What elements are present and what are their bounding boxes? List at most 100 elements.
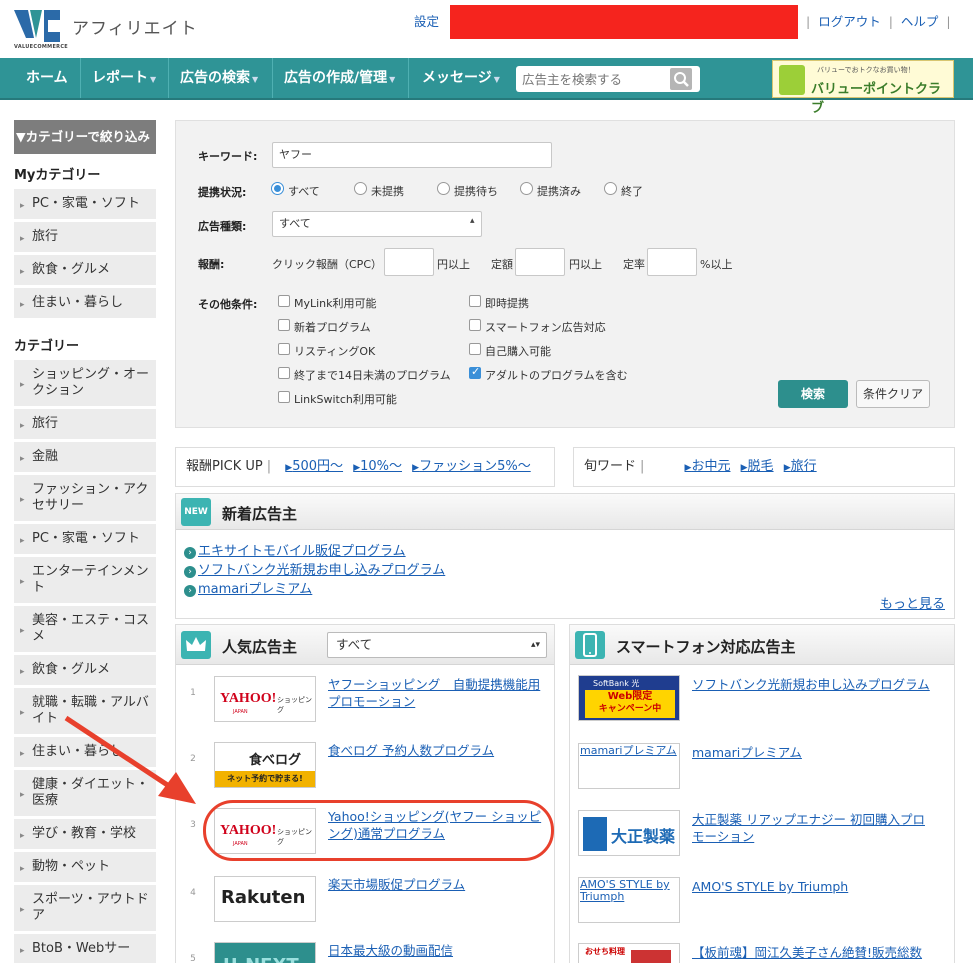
category-item[interactable]: ▸ 動物・ペット: [14, 852, 156, 882]
category-item[interactable]: ▸ 旅行: [14, 409, 156, 439]
condition-checkbox[interactable]: [469, 295, 481, 307]
my-category-item[interactable]: ▸ 住まい・暮らし: [14, 288, 156, 318]
search-submit-button[interactable]: 検索: [778, 380, 848, 408]
settings-link[interactable]: 設定: [414, 11, 439, 30]
category-item[interactable]: ▸ スポーツ・アウトドア: [14, 885, 156, 931]
category-item[interactable]: ▸ 金融: [14, 442, 156, 472]
nav-ad-search[interactable]: 広告の検索 ▼: [170, 58, 258, 98]
popular-advertiser-link[interactable]: 食べログ 予約人数プログラム: [328, 742, 548, 759]
condition-checkbox[interactable]: [278, 295, 290, 307]
chevron-right-icon: ▸: [20, 536, 25, 546]
category-item[interactable]: ▸ ファッション・アクセサリー: [14, 475, 156, 521]
category-item[interactable]: ▸ 就職・転職・アルバイト: [14, 688, 156, 734]
advertiser-thumbnail[interactable]: U-NEXT: [214, 942, 316, 963]
advertiser-thumbnail[interactable]: Rakuten: [214, 876, 316, 922]
smartphone-advertiser-link[interactable]: 【板前魂】岡江久美子さん絶賛!販売総数93: [692, 944, 932, 963]
trend-link-travel[interactable]: ▶旅行: [784, 459, 817, 474]
top-links: 設定: [414, 11, 439, 30]
fixed-reward-input[interactable]: [515, 248, 565, 276]
condition-checkbox[interactable]: [469, 343, 481, 355]
advertiser-thumbnail[interactable]: おせち料理: [578, 943, 680, 963]
rakuten-logo: Rakuten: [221, 887, 306, 908]
condition-checkbox[interactable]: [278, 367, 290, 379]
category-item[interactable]: ▸ 住まい・暮らし: [14, 737, 156, 767]
popular-advertiser-link[interactable]: 楽天市場販促プログラム: [328, 876, 548, 893]
my-category-item[interactable]: ▸ 飲食・グルメ: [14, 255, 156, 285]
category-item[interactable]: ▸ エンターテインメント: [14, 557, 156, 603]
search-icon: [674, 72, 689, 87]
new-advertisers-title: 新着広告主: [222, 505, 298, 523]
trend-link-ochugen[interactable]: ▶お中元: [685, 459, 731, 474]
redacted-account-area: [450, 5, 798, 39]
clear-conditions-button[interactable]: 条件クリア: [856, 380, 930, 408]
chevron-right-icon: ›: [184, 547, 196, 559]
nav-home[interactable]: ホーム: [16, 58, 68, 98]
condition-checkbox[interactable]: [278, 343, 290, 355]
chevron-right-icon: ›: [184, 585, 196, 597]
logout-link[interactable]: ログアウト: [818, 14, 881, 29]
new-advertiser-link[interactable]: › ソフトバンク光新規お申し込みプログラム: [184, 559, 445, 578]
category-item[interactable]: ▸ BtoB・Webサー: [14, 934, 156, 963]
popular-category-select[interactable]: すべて ▴▾: [327, 632, 547, 658]
category-filter-header[interactable]: ▼カテゴリーで絞り込み: [14, 120, 156, 154]
status-radio-ended[interactable]: [604, 182, 617, 195]
category-item[interactable]: ▸ 美容・エステ・コスメ: [14, 606, 156, 652]
rate-reward-input[interactable]: [647, 248, 697, 276]
category-list: ▸ ショッピング・オークション ▸ 旅行 ▸ 金融 ▸ ファッション・アクセサリー ▸ PC・家電…: [14, 360, 156, 963]
advertiser-search-input[interactable]: [516, 66, 666, 92]
smartphone-advertiser-link[interactable]: AMO'S STYLE by Triumph: [692, 878, 932, 895]
category-item[interactable]: ▸ ショッピング・オークション: [14, 360, 156, 406]
category-item[interactable]: ▸ 飲食・グルメ: [14, 655, 156, 685]
condition-checkbox[interactable]: [278, 319, 290, 331]
status-radio-pending[interactable]: [437, 182, 450, 195]
trend-link-datsumo[interactable]: ▶脱毛: [741, 459, 774, 474]
smartphone-icon: [575, 631, 605, 659]
ad-type-label: 広告種類:: [198, 220, 247, 233]
pickup-link-fashion[interactable]: ▶ファッション5%〜: [412, 459, 531, 474]
smartphone-advertiser-link[interactable]: ソフトバンク光新規お申し込みプログラム: [692, 676, 932, 693]
new-advertiser-link[interactable]: › エキサイトモバイル販促プログラム: [184, 540, 406, 559]
advertiser-thumbnail[interactable]: SoftBank 光 Web限定 キャンペーン中: [578, 675, 680, 721]
my-category-item[interactable]: ▸ 旅行: [14, 222, 156, 252]
cpc-input[interactable]: [384, 248, 434, 276]
status-radio-not-joined[interactable]: [354, 182, 367, 195]
advertiser-thumbnail[interactable]: YAHOO! ショッピング JAPAN: [214, 676, 316, 722]
chevron-right-icon: ▸: [20, 495, 25, 505]
popular-advertiser-link[interactable]: ヤフーショッピング 自動提携機能用プロモーション: [328, 676, 548, 710]
pickup-link-500yen[interactable]: ▶500円〜: [285, 459, 343, 474]
logo-subtext: VALUECOMMERCE: [14, 44, 69, 50]
smartphone-advertiser-link[interactable]: mamariプレミアム: [692, 744, 932, 761]
new-advertiser-link[interactable]: › mamariプレミアム: [184, 578, 312, 597]
ad-type-select[interactable]: すべて: [272, 211, 482, 237]
popular-advertiser-link[interactable]: 日本最大級の動画配信: [328, 942, 548, 959]
condition-checkbox[interactable]: [469, 365, 481, 379]
my-category-item[interactable]: ▸ PC・家電・ソフト: [14, 189, 156, 219]
advertiser-thumbnail[interactable]: AMO'S STYLE by Triumph: [578, 877, 680, 923]
chevron-right-icon: ▸: [20, 708, 25, 718]
pickup-link-10pct[interactable]: ▶10%〜: [353, 459, 402, 474]
advertiser-thumbnail[interactable]: mamariプレミアム: [578, 743, 680, 789]
status-radio-joined[interactable]: [520, 182, 533, 195]
search-button[interactable]: [670, 68, 692, 90]
keyword-input[interactable]: ヤフー: [272, 142, 552, 168]
value-point-club-banner[interactable]: バリューでおトクなお買い物！ バリューポイントクラブ: [772, 60, 954, 116]
more-link[interactable]: もっと見る: [880, 593, 945, 612]
condition-checkbox[interactable]: [278, 391, 290, 403]
nav-message[interactable]: メッセージ ▼: [412, 58, 500, 98]
category-item[interactable]: ▸ 健康・ダイエット・医療: [14, 770, 156, 816]
caret-down-icon: ▼: [389, 75, 396, 84]
nav-ad-manage[interactable]: 広告の作成/管理 ▼: [274, 58, 395, 98]
chevron-right-icon: ▸: [20, 864, 25, 874]
condition-checkbox[interactable]: [469, 319, 481, 331]
help-link[interactable]: ヘルプ: [901, 14, 939, 29]
taisho-logo: 大正製薬: [611, 827, 676, 846]
category-item[interactable]: ▸ 学び・教育・学校: [14, 819, 156, 849]
smartphone-advertiser-link[interactable]: 大正製薬 リアップエナジー 初回購入プロモーション: [692, 811, 932, 845]
status-radio-all[interactable]: [271, 182, 284, 195]
nav-report[interactable]: レポート ▼: [82, 58, 156, 98]
advertiser-thumbnail[interactable]: 食べログ ネット予約で貯まる!: [214, 742, 316, 788]
rank-crown-icon: 1: [190, 688, 196, 698]
valuecommerce-logo[interactable]: [14, 8, 62, 48]
advertiser-thumbnail[interactable]: 大正製薬: [578, 810, 680, 856]
category-item[interactable]: ▸ PC・家電・ソフト: [14, 524, 156, 554]
